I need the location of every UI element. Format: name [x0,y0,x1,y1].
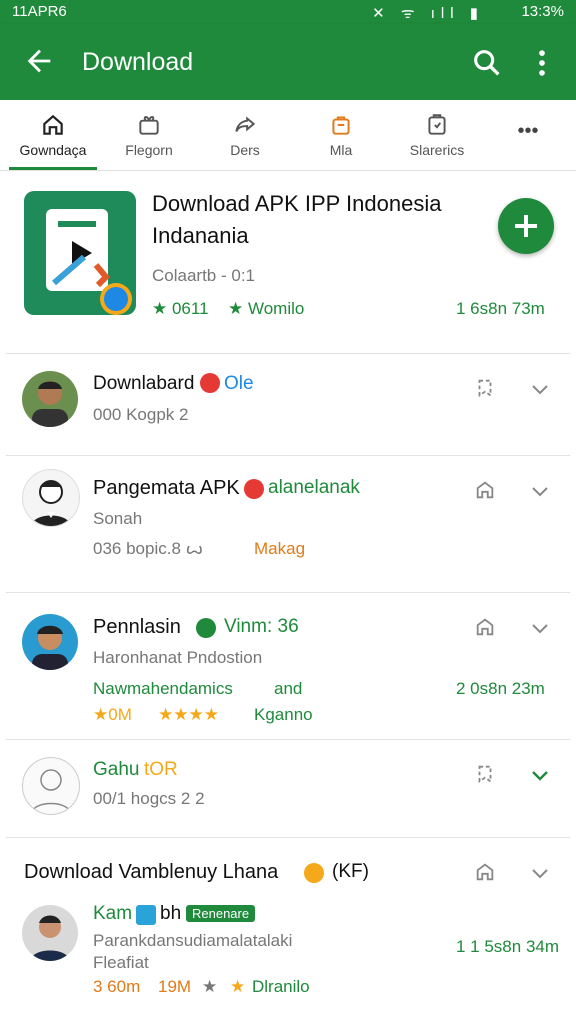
item-developer: Nawmahendamics [93,679,233,698]
avatar [22,371,78,427]
item-stats: 036 bopic.8 ꙍ [93,539,204,558]
status-icons: ✕ ᯤ ıll ▮ [372,5,484,22]
tab-label: Gowndaça [19,142,87,158]
item-rating: 3 60m [93,977,141,996]
item-subname: Kam [93,903,133,924]
app-icon [24,191,136,315]
item-name: Download Vamblenuy Lhana [24,861,279,883]
item-name: Pangemata APK [93,477,240,499]
home-outline-icon[interactable] [474,861,496,883]
item-badge: tOR [144,759,178,780]
bookmark-icon[interactable] [474,763,496,785]
page-title: Download [82,48,194,76]
item-meta: 1 1 5s8n 34m [456,937,560,956]
chevron-down-icon[interactable] [528,616,552,640]
emoji-icon [244,479,264,499]
app-title: Download APK IPP Indonesia [152,191,442,216]
add-button[interactable] [498,198,554,254]
star-rating: ★★★★ [158,705,219,724]
chevron-down-icon[interactable] [528,861,552,885]
list-item[interactable]: Pennlasin Vinm: 36 Haronhanat Pndostion … [6,594,570,740]
tab-ders[interactable]: Ders [197,100,293,170]
item-chip: Renenare [186,905,256,922]
item-rating-2: 19M [158,977,192,996]
avatar [22,469,80,527]
tab-more[interactable]: ••• [480,100,576,170]
tab-slarerics[interactable]: Slarerics [389,100,485,170]
play-file-icon [46,209,132,315]
avatar [22,757,80,815]
chevron-down-icon[interactable] [528,479,552,503]
app-badge-icon [136,905,156,925]
item-badge: alanelanak [268,477,360,498]
more-icon: ••• [517,120,539,142]
avatar [22,614,78,670]
tab-label: Mla [329,142,353,158]
smile-emoji-icon [304,863,324,883]
app-title-line2: Indanania [152,223,249,248]
item-detail-2: Fleafiat [93,953,149,972]
emoji-icon [200,373,220,393]
bag-icon [332,116,350,135]
item-tag: Dlranilo [252,977,310,996]
clipboard-icon [428,114,446,135]
star-icon: ★ [202,977,218,996]
item-name: Gahu [93,759,140,780]
tab-home[interactable]: Gowndaça [5,100,101,170]
back-arrow-icon[interactable] [22,44,56,78]
app-rating: ★ 0611 [152,299,209,318]
list-item[interactable]: Downlabard Ole 000 Kogpk 2 [6,355,570,456]
battery-level: 13:3% [521,3,564,20]
status-bar: 11APR6 ✕ ᯤ ıll ▮ 13:3% [0,0,576,24]
list-item[interactable]: Pangemata APK alanelanak Sonah 036 bopic… [6,457,570,593]
item-detail: Haronhanat Pndostion [93,648,263,667]
chevron-down-icon[interactable] [528,377,552,401]
list-item[interactable]: Download Vamblenuy Lhana (KF) Kam bh Ren… [6,839,570,1024]
item-tag: Kganno [254,705,313,724]
tab-mla[interactable]: Mla [293,100,389,170]
plus-icon [515,215,537,237]
item-badge: Vinm: 36 [224,616,299,637]
item-detail: 000 Kogpk 2 [93,405,189,424]
tab-flegorn[interactable]: Flegorn [101,100,197,170]
featured-app-card[interactable]: Download APK IPP Indonesia Indanania Col… [6,171,570,354]
item-detail: Parankdansudiamalatalaki [93,931,293,950]
home-outline-icon[interactable] [474,616,496,638]
search-icon[interactable] [470,46,504,80]
item-name: Downlabard [93,373,195,394]
app-subtitle: Colaartb - 0:1 [152,266,255,285]
avatar [22,905,78,961]
item-detail: 00/1 hogcs 2 2 [93,789,205,808]
tab-label: Flegorn [125,142,173,158]
verified-icon [196,618,216,638]
gift-icon [139,116,159,135]
category-tabs: Gowndaça Flegorn Ders Mla Slarerics ••• [0,100,576,171]
share-icon [235,116,256,132]
home-outline-icon[interactable] [474,479,496,501]
item-meta: 2 0s8n 23m [456,679,545,698]
tab-label: Slarerics [409,142,465,158]
item-badge: (KF) [332,861,369,882]
status-time: 11APR6 [12,3,67,20]
item-tag: Makag [254,539,306,558]
app-bar: Download [0,24,576,100]
bookmark-icon[interactable] [474,377,496,399]
item-rating: ★0M [93,705,132,724]
home-icon [43,114,63,135]
tab-label: Ders [230,142,260,158]
item-name: Pennlasin [93,616,181,638]
star-icon: ★ [230,977,246,996]
item-detail: Sonah [93,509,143,528]
list-item[interactable]: Gahu tOR 00/1 hogcs 2 2 [6,741,570,838]
item-developer-suffix: and [274,679,303,698]
app-meta: 1 6s8n 73m [456,299,545,318]
app-tag: ★ Womilo [228,299,305,318]
overflow-menu-icon[interactable] [530,46,554,80]
item-subname-suffix: bh [160,903,182,924]
item-badge: Ole [224,373,254,394]
chevron-down-icon[interactable] [528,763,552,787]
